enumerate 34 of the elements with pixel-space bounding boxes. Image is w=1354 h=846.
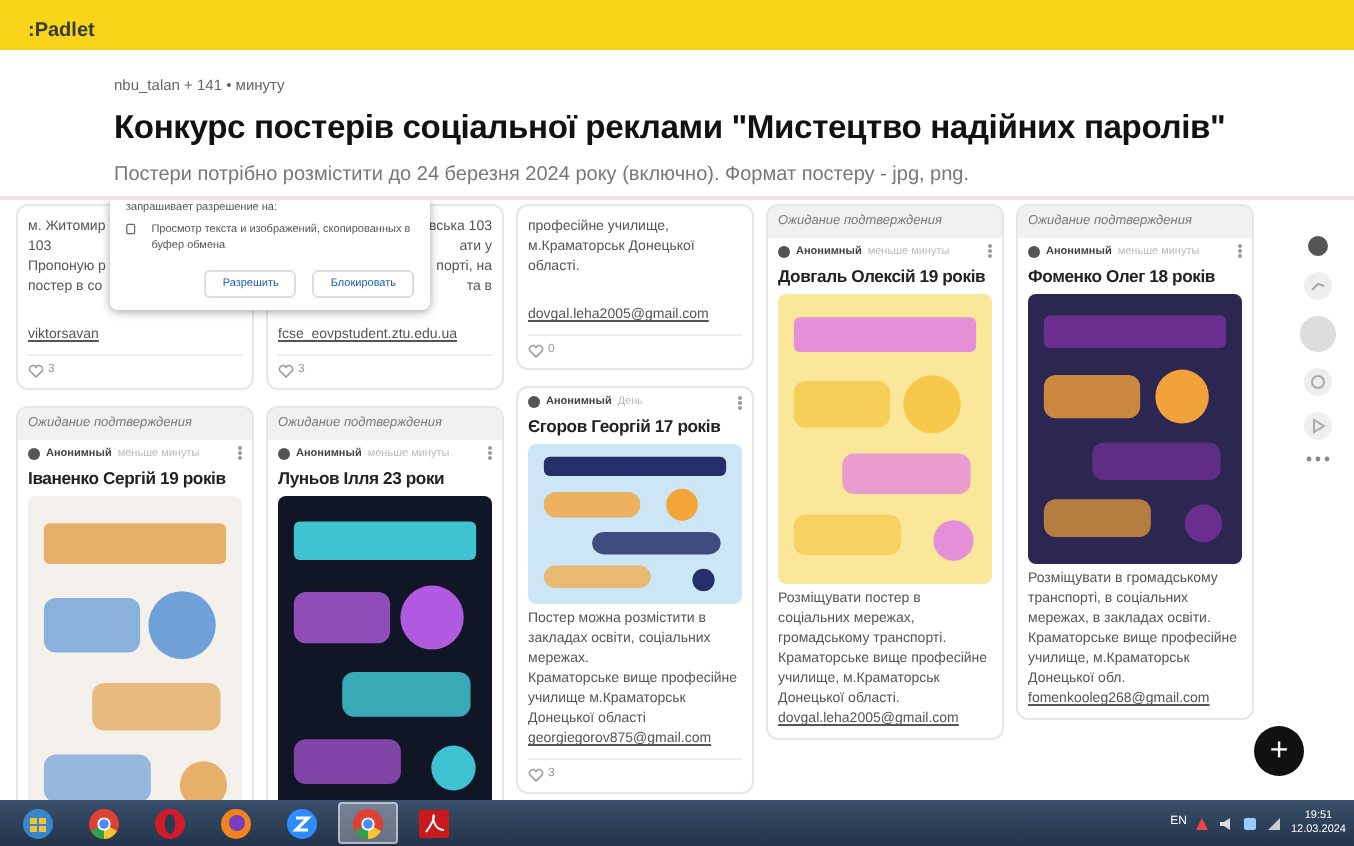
- post-title: Луньов Ілля 23 роки: [278, 468, 447, 490]
- avatar-icon: [1028, 245, 1040, 258]
- add-post-button[interactable]: +: [1254, 726, 1304, 776]
- heart-icon[interactable]: [28, 364, 44, 378]
- padlet-logo[interactable]: :Padlet: [28, 16, 95, 46]
- warning-icon[interactable]: [1194, 815, 1211, 831]
- post-title: Фоменко Олег 18 років: [1028, 266, 1218, 288]
- signal-icon[interactable]: [1266, 815, 1283, 831]
- avatar-icon[interactable]: [1307, 236, 1327, 256]
- app-icon[interactable]: [1242, 815, 1259, 831]
- play-icon[interactable]: [1303, 412, 1331, 440]
- heart-icon[interactable]: [528, 768, 544, 783]
- wheel-icon: [88, 807, 120, 839]
- post-title: Довгаль Олексій 19 років: [778, 266, 988, 288]
- avatar-icon: [28, 447, 40, 460]
- ring-icon: [154, 807, 186, 839]
- document-icon: [418, 807, 450, 839]
- zigzag-icon: [286, 807, 318, 839]
- avatar-icon: [278, 447, 290, 460]
- clipboard-icon: [126, 222, 136, 236]
- board-title: Конкурс постерів соціальної реклами "Мистецтво надійних паролів": [114, 106, 1228, 151]
- avatar-icon: [528, 396, 540, 409]
- wheel-icon: [352, 807, 384, 839]
- heart-icon[interactable]: [278, 364, 294, 378]
- board-description: Постери потрібно розмістити до 24 березня 2024 року (включно). Формат постеру - jpg, png.: [114, 162, 972, 191]
- more-icon[interactable]: [1305, 456, 1329, 462]
- settings-icon[interactable]: [1303, 368, 1331, 396]
- post-title: Іваненко Сергій 19 років: [28, 468, 228, 490]
- post-title: Єгоров Георгій 17 років: [528, 416, 723, 439]
- volume-icon[interactable]: [1218, 815, 1235, 831]
- heart-icon[interactable]: [528, 344, 544, 358]
- share-icon[interactable]: [1303, 272, 1331, 300]
- start-button: [22, 807, 54, 839]
- avatar-icon: [778, 245, 790, 258]
